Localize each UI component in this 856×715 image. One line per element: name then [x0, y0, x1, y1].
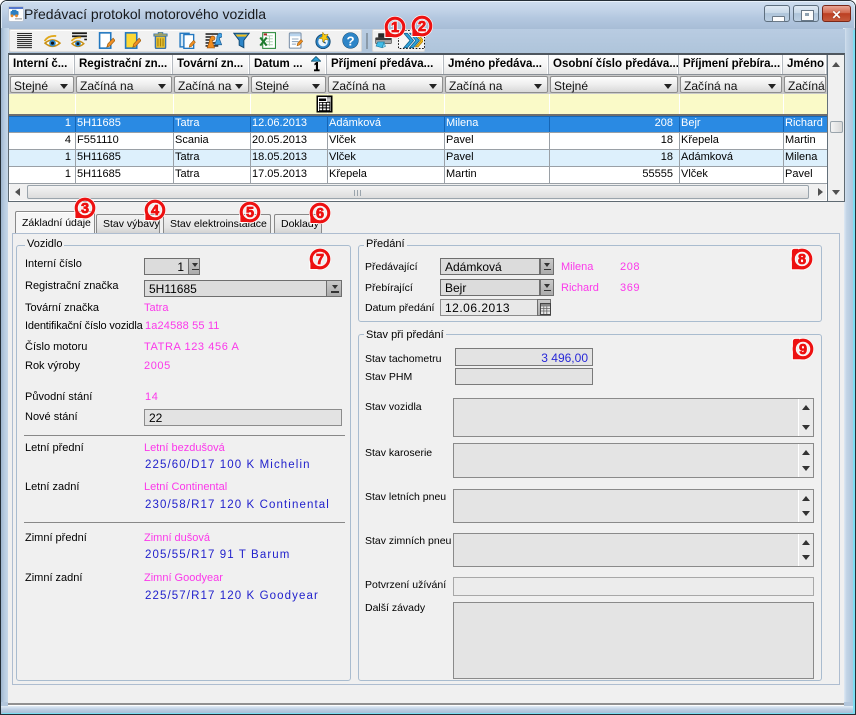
svg-text:?: ? — [346, 33, 354, 48]
svg-text:3: 3 — [81, 201, 89, 217]
svg-text:9: 9 — [799, 341, 807, 357]
svg-text:8: 8 — [798, 252, 806, 268]
svg-text:4: 4 — [151, 203, 159, 219]
svg-text:7: 7 — [316, 252, 324, 268]
svg-text:5: 5 — [246, 204, 254, 220]
svg-text:2: 2 — [417, 18, 425, 34]
svg-text:6: 6 — [316, 206, 324, 222]
svg-text:1: 1 — [390, 19, 398, 35]
